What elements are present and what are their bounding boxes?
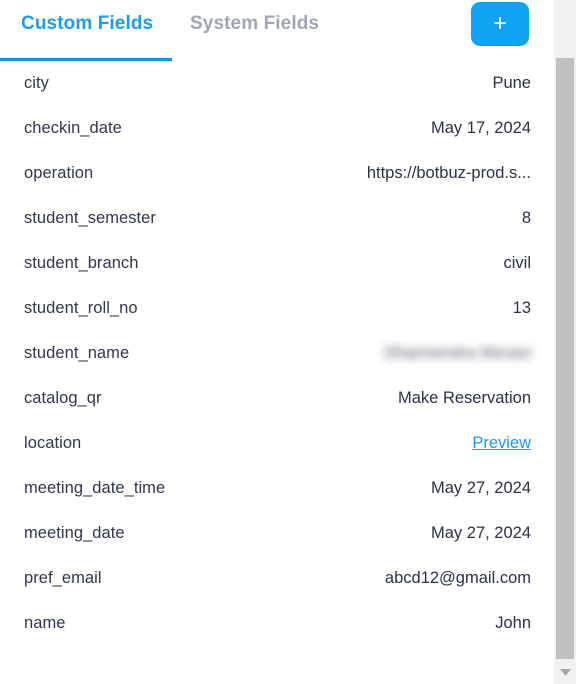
table-row[interactable]: operation https://botbuz-prod.s... [0, 151, 554, 196]
field-value: Pune [492, 74, 531, 92]
field-label: catalog_qr [24, 389, 102, 407]
table-row[interactable]: student_semester 8 [0, 196, 554, 241]
field-label: meeting_date_time [24, 479, 166, 497]
table-row[interactable]: meeting_date May 27, 2024 [0, 511, 554, 556]
vertical-scrollbar[interactable] [554, 0, 576, 684]
field-value: May 17, 2024 [431, 119, 531, 137]
table-row[interactable]: pref_email abcd12@gmail.com [0, 556, 554, 601]
table-row[interactable]: meeting_date_time May 27, 2024 [0, 466, 554, 511]
table-row[interactable]: student_name Dharmendra Morani [0, 331, 554, 376]
plus-icon: + [492, 10, 507, 37]
preview-link[interactable]: Preview [472, 434, 531, 453]
table-row[interactable]: checkin_date May 17, 2024 [0, 106, 554, 151]
field-value: Make Reservation [398, 389, 531, 407]
custom-fields-panel: Custom Fields System Fields + city Pune … [0, 0, 554, 684]
field-list: city Pune checkin_date May 17, 2024 oper… [0, 61, 554, 646]
field-value-redacted: Dharmendra Morani [384, 344, 531, 362]
field-value: civil [503, 254, 532, 272]
table-row[interactable]: location Preview [0, 421, 554, 466]
table-row[interactable]: city Pune [0, 61, 554, 106]
field-label: student_branch [24, 254, 139, 272]
field-label: checkin_date [24, 119, 122, 137]
tab-bar: Custom Fields System Fields + [0, 0, 554, 61]
field-value: May 27, 2024 [431, 479, 531, 497]
field-value: John [495, 614, 531, 632]
table-row[interactable]: student_roll_no 13 [0, 286, 554, 331]
add-field-button[interactable]: + [471, 2, 529, 46]
field-value: May 27, 2024 [431, 524, 531, 542]
scrollbar-thumb[interactable] [556, 58, 574, 659]
field-label: meeting_date [24, 524, 125, 542]
field-label: student_name [24, 344, 130, 362]
tab-custom-fields[interactable]: Custom Fields [21, 13, 153, 35]
field-label: name [24, 614, 66, 632]
field-label: pref_email [24, 569, 102, 587]
tab-system-fields[interactable]: System Fields [190, 13, 319, 35]
field-label: operation [24, 164, 94, 182]
field-value: https://botbuz-prod.s... [366, 164, 531, 182]
field-value: 13 [512, 299, 531, 317]
field-label: student_semester [24, 209, 156, 227]
table-row[interactable]: student_branch civil [0, 241, 554, 286]
chevron-down-icon[interactable] [554, 662, 576, 684]
field-value: 8 [521, 209, 531, 227]
field-label: city [24, 74, 49, 92]
table-row[interactable]: catalog_qr Make Reservation [0, 376, 554, 421]
field-label: location [24, 434, 82, 452]
field-label: student_roll_no [24, 299, 138, 317]
field-value: abcd12@gmail.com [384, 569, 531, 587]
table-row[interactable]: name John [0, 601, 554, 646]
